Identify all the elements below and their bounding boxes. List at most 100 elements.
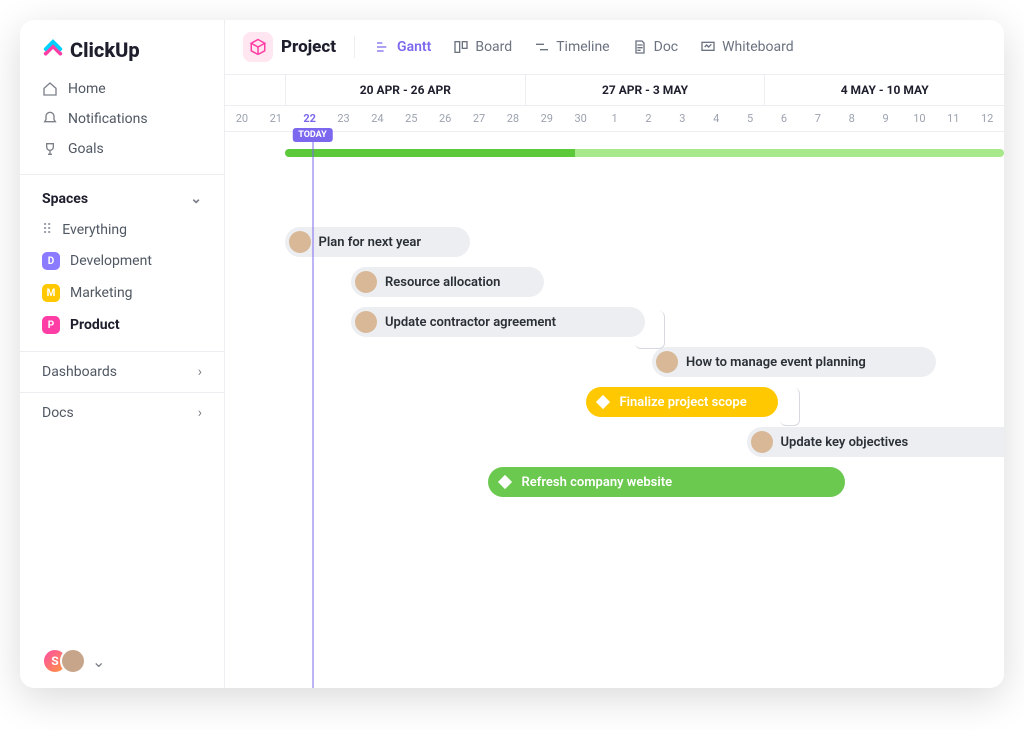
view-tab-gantt[interactable]: Gantt — [373, 35, 433, 59]
home-icon — [42, 81, 58, 97]
chevron-right-icon: › — [198, 405, 202, 421]
gantt-task-bar[interactable]: Refresh company website — [488, 467, 845, 497]
project-chip[interactable]: Project — [243, 32, 336, 62]
week-header-row: 20 APR - 26 APR 27 APR - 3 MAY 4 MAY - 1… — [225, 75, 1004, 106]
space-label: Product — [70, 317, 120, 333]
timeline-icon — [534, 39, 550, 55]
view-tab-whiteboard[interactable]: Whiteboard — [698, 35, 796, 59]
space-marketing[interactable]: M Marketing — [20, 277, 224, 309]
day-cell: 6 — [767, 106, 801, 131]
task-label: Plan for next year — [319, 235, 422, 250]
gantt-task-bar[interactable]: How to manage event planning — [652, 347, 936, 377]
milestone-diamond-icon — [595, 395, 609, 409]
day-cell: 9 — [869, 106, 903, 131]
task-label: How to manage event planning — [686, 355, 866, 370]
chevron-down-icon: ⌄ — [92, 652, 105, 671]
chevron-right-icon: › — [198, 364, 202, 380]
nav-label: Goals — [68, 141, 104, 157]
cube-icon — [243, 32, 273, 62]
week-label: 20 APR - 26 APR — [285, 75, 525, 105]
gantt-task-bar[interactable]: Resource allocation — [351, 267, 544, 297]
section-label: Docs — [42, 405, 74, 421]
space-everything[interactable]: ⠿ Everything — [20, 215, 224, 245]
day-cell: 1 — [598, 106, 632, 131]
day-cell: 20 — [225, 106, 259, 131]
brand-name: ClickUp — [70, 38, 140, 62]
project-label: Project — [281, 37, 336, 57]
view-label: Whiteboard — [722, 39, 794, 55]
dependency-line — [780, 388, 800, 426]
day-header-row: 2021222324252627282930123456789101112 — [225, 106, 1004, 132]
day-cell: 11 — [936, 106, 970, 131]
progress-planned — [575, 149, 1004, 157]
grid-dots-icon: ⠿ — [42, 222, 52, 238]
sidebar: ClickUp Home Notifications Goals Spaces … — [20, 20, 225, 688]
week-label: 27 APR - 3 MAY — [525, 75, 765, 105]
milestone-diamond-icon — [497, 475, 511, 489]
day-cell: 12 — [970, 106, 1004, 131]
task-label: Finalize project scope — [620, 395, 747, 410]
section-dashboards[interactable]: Dashboards › — [20, 351, 224, 392]
spaces-title: Spaces — [42, 191, 88, 207]
space-product[interactable]: P Product — [20, 309, 224, 341]
nav-home[interactable]: Home — [20, 74, 224, 104]
nav-label: Notifications — [68, 111, 148, 127]
progress-complete — [285, 149, 575, 157]
space-label: Marketing — [70, 285, 133, 301]
day-cell: 2 — [632, 106, 666, 131]
day-cell: 27 — [462, 106, 496, 131]
view-tab-board[interactable]: Board — [451, 35, 514, 59]
assignee-avatar — [355, 271, 377, 293]
day-cell: 7 — [801, 106, 835, 131]
brand-logo[interactable]: ClickUp — [20, 38, 224, 74]
section-label: Dashboards — [42, 364, 117, 380]
spaces-header[interactable]: Spaces ⌄ — [20, 174, 224, 215]
gantt-timeline: 20 APR - 26 APR 27 APR - 3 MAY 4 MAY - 1… — [225, 75, 1004, 688]
view-tab-timeline[interactable]: Timeline — [532, 35, 611, 59]
today-line — [312, 128, 313, 688]
gantt-task-bar[interactable]: Update key objectives — [747, 427, 1005, 457]
main-panel: Project Gantt Board Timeline Doc Whit — [225, 20, 1004, 688]
day-cell: 29 — [530, 106, 564, 131]
day-cell: 24 — [361, 106, 395, 131]
space-label: Development — [70, 253, 152, 269]
space-label: Everything — [62, 222, 127, 238]
day-cell: 30 — [564, 106, 598, 131]
gantt-task-bar[interactable]: Finalize project scope — [586, 387, 779, 417]
day-cell: 26 — [428, 106, 462, 131]
day-cell: 4 — [699, 106, 733, 131]
avatar-photo — [60, 648, 86, 674]
week-label: 4 MAY - 10 MAY — [764, 75, 1004, 105]
day-cell: 25 — [394, 106, 428, 131]
today-badge: TODAY — [292, 128, 332, 142]
space-development[interactable]: D Development — [20, 245, 224, 277]
bell-icon — [42, 111, 58, 127]
assignee-avatar — [656, 351, 678, 373]
user-avatars[interactable]: S ⌄ — [20, 648, 224, 674]
board-icon — [453, 39, 469, 55]
clickup-logo-icon — [42, 39, 64, 61]
task-label: Refresh company website — [522, 475, 673, 490]
trophy-icon — [42, 141, 58, 157]
dependency-line — [635, 311, 665, 349]
nav-notifications[interactable]: Notifications — [20, 104, 224, 134]
day-cell: 28 — [496, 106, 530, 131]
assignee-avatar — [751, 431, 773, 453]
task-label: Update key objectives — [781, 435, 909, 450]
nav-goals[interactable]: Goals — [20, 134, 224, 164]
day-cell: 10 — [903, 106, 937, 131]
assignee-avatar — [355, 311, 377, 333]
app-window: ClickUp Home Notifications Goals Spaces … — [20, 20, 1004, 688]
topbar: Project Gantt Board Timeline Doc Whit — [225, 20, 1004, 75]
section-docs[interactable]: Docs › — [20, 392, 224, 433]
view-label: Doc — [654, 39, 679, 55]
space-badge: D — [42, 252, 60, 270]
day-cell: 21 — [259, 106, 293, 131]
day-cell: 8 — [835, 106, 869, 131]
day-cell: 3 — [665, 106, 699, 131]
progress-track — [285, 149, 1004, 157]
day-cell: 5 — [733, 106, 767, 131]
gantt-task-bar[interactable]: Update contractor agreement — [351, 307, 645, 337]
gantt-icon — [375, 39, 391, 55]
view-tab-doc[interactable]: Doc — [630, 35, 681, 59]
